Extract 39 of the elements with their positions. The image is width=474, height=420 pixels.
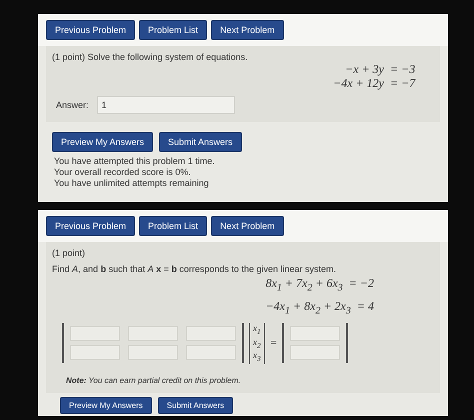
equation-left-side: −x + 3y: [344, 62, 384, 76]
nav-button[interactable]: Problem List: [139, 216, 208, 236]
action-button[interactable]: Submit Answers: [159, 132, 242, 152]
equation-right-side: = −3: [390, 62, 416, 76]
matrix-entry-field[interactable]: [186, 326, 236, 342]
equation-left-side: −4x + 12y: [333, 76, 384, 90]
answer-field[interactable]: 1: [96, 96, 235, 114]
vector-entry-field[interactable]: [290, 345, 340, 360]
matrix-entry-field[interactable]: [70, 345, 120, 360]
nav-button[interactable]: Next Problem: [211, 20, 284, 40]
matrix-entry-field[interactable]: [128, 326, 178, 342]
problem-statement: (1 point) Solve the following system of equations.: [52, 52, 249, 62]
vector-entry: x$_{1}$: [253, 322, 261, 337]
nav-button[interactable]: Problem List: [139, 20, 208, 40]
vector-entry-field[interactable]: [290, 326, 340, 342]
status-message: You have attempted this problem 1 time.: [54, 156, 216, 167]
status-message: You have unlimited attempts remaining: [54, 178, 210, 189]
equation-right-side: = −2: [348, 275, 374, 292]
nav-button[interactable]: Previous Problem: [46, 20, 136, 40]
matrix-entry-field[interactable]: [128, 345, 178, 360]
point-label: (1 point): [52, 248, 86, 258]
problem-statement: Find A, and b such that A x = b corresponds to the given linear system.: [52, 264, 337, 274]
matrix-entry-field[interactable]: [186, 345, 236, 360]
status-message: Your overall recorded score is 0%.: [54, 167, 192, 178]
action-button[interactable]: Preview My Answers: [60, 397, 152, 414]
note-text: Note: You can earn partial credit on this problem.: [65, 376, 242, 386]
equation-left-side: 8x$_{1}$ + 7x$_{2}$ + 6x$_{3}$: [266, 275, 343, 296]
nav-button[interactable]: Next Problem: [211, 216, 284, 236]
nav-button[interactable]: Previous Problem: [46, 216, 136, 236]
answer-label: Answer:: [56, 100, 89, 110]
equation-right-side: = −7: [390, 76, 417, 90]
matrix-entry-field[interactable]: [70, 326, 120, 342]
vector-entry: x$_{3}$: [253, 350, 261, 364]
action-button[interactable]: Submit Answers: [158, 397, 234, 414]
equation-left-side: −4x$_{1}$ + 8x$_{2}$ + 2x$_{3}$: [266, 298, 351, 319]
action-button[interactable]: Preview My Answers: [52, 132, 154, 152]
vector-entry: x$_{2}$: [253, 336, 261, 350]
equation-right-side: = 4: [356, 298, 374, 316]
equals-sign: =: [270, 337, 278, 350]
